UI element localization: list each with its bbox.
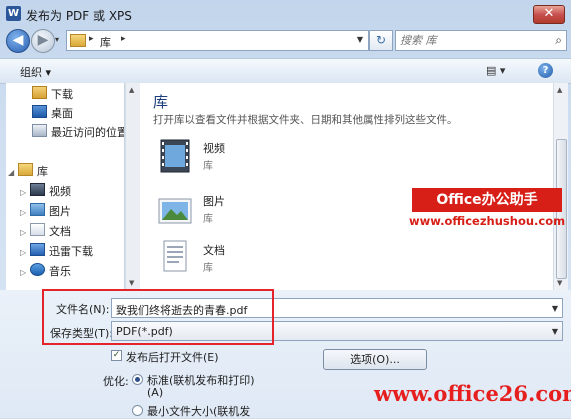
search-box[interactable]: ⌕ (395, 30, 567, 51)
forward-button[interactable]: ▶ (31, 29, 55, 53)
scroll-down-icon[interactable]: ▼ (557, 279, 562, 287)
library-folder-icon (70, 34, 86, 47)
expand-arrow-icon[interactable]: ▷ (20, 204, 30, 221)
music-library-icon (30, 263, 45, 276)
expand-arrow-icon[interactable]: ▷ (20, 264, 30, 281)
watermark-badge: Office办公助手 (412, 188, 562, 212)
breadcrumb-separator[interactable]: ▸ (89, 34, 94, 44)
library-item-type: 库 (203, 214, 213, 225)
document-library-icon (163, 240, 187, 272)
sidebar-item-pictures[interactable]: ▷ 图片 (20, 203, 71, 220)
optimize-standard-shortcut: (A) (147, 386, 164, 399)
breadcrumb-library[interactable]: 库 (100, 34, 111, 50)
toolbar: 组织 ▾ ▤ ▾ ? (0, 58, 571, 84)
recent-pages-dropdown[interactable]: ▾ (55, 35, 59, 44)
sidebar-item-videos[interactable]: ▷ 视频 (20, 183, 71, 200)
sidebar-item-thunder-downloads[interactable]: ▷ 迅雷下载 (20, 243, 93, 260)
address-dropdown-icon[interactable]: ▼ (357, 35, 363, 44)
scroll-up-icon[interactable]: ▲ (129, 86, 134, 94)
sidebar-item-downloads[interactable]: 下载 (32, 86, 73, 103)
scroll-down-icon[interactable]: ▼ (129, 279, 134, 287)
video-library-icon (160, 139, 190, 173)
chevron-down-icon[interactable]: ▼ (552, 327, 558, 336)
search-input[interactable] (400, 33, 540, 47)
desktop-icon (32, 105, 47, 118)
library-content-pane: 库 打开库以查看文件并根据文件夹、日期和其他属性排列这些文件。 视频 库 图片 … (140, 83, 553, 290)
expand-arrow-icon[interactable]: ▷ (20, 224, 30, 241)
back-button[interactable]: ◀ (6, 29, 30, 53)
library-heading: 库 (153, 93, 169, 111)
annotation-highlight-box (42, 289, 274, 345)
thunder-download-icon (30, 243, 45, 256)
refresh-button[interactable]: ↻ (369, 30, 393, 51)
watermark-bottom-url: www.office26.com (374, 381, 571, 406)
video-library-icon (30, 183, 45, 196)
library-item-name: 文档 (203, 244, 225, 257)
optimize-standard-radio[interactable] (132, 374, 143, 385)
picture-library-icon (158, 198, 192, 224)
optimize-minimum-radio[interactable] (132, 405, 143, 416)
expand-arrow-icon[interactable]: ▷ (20, 244, 30, 261)
help-icon[interactable]: ? (538, 63, 553, 78)
navigation-bar: ◀ ▶ ▾ ▸ 库 ▸ ▼ ↻ ⌕ (0, 28, 571, 54)
watermark-url: www.officezhushou.com (409, 214, 566, 228)
word-app-icon: W (6, 6, 21, 21)
library-icon (18, 163, 33, 176)
sidebar-item-libraries[interactable]: ◢ 库 (8, 163, 48, 180)
navigation-pane-scrollbar[interactable]: ▲ ▼ (125, 83, 140, 290)
sidebar-item-desktop[interactable]: 桌面 (32, 105, 73, 122)
sidebar-item-music[interactable]: ▷ 音乐 (20, 263, 71, 280)
open-after-publish-label[interactable]: 发布后打开文件(E) (126, 349, 219, 365)
breadcrumb-separator[interactable]: ▸ (121, 34, 126, 44)
chevron-down-icon[interactable]: ▼ (552, 304, 558, 313)
save-dialog: W 发布为 PDF 或 XPS ✕ ◀ ▶ ▾ ▸ 库 ▸ ▼ ↻ ⌕ 组织 ▾… (0, 0, 571, 418)
library-description: 打开库以查看文件并根据文件夹、日期和其他属性排列这些文件。 (153, 114, 458, 126)
address-bar[interactable]: ▸ 库 ▸ ▼ (66, 30, 369, 51)
organize-button[interactable]: 组织 ▾ (20, 64, 51, 80)
picture-library-icon (30, 203, 45, 216)
title-bar: W 发布为 PDF 或 XPS ✕ (0, 0, 571, 28)
sidebar-item-recent-places[interactable]: 最近访问的位置 (32, 124, 124, 141)
library-item-name: 视频 (203, 142, 225, 155)
search-icon[interactable]: ⌕ (555, 33, 562, 48)
options-button[interactable]: 选项(O)... (323, 349, 427, 370)
document-library-icon (30, 223, 45, 236)
library-item-type: 库 (203, 161, 213, 172)
download-folder-icon (32, 86, 47, 99)
view-options-button[interactable]: ▤ ▾ (486, 64, 505, 77)
expand-arrow-icon[interactable]: ▷ (20, 184, 30, 201)
optimize-standard-label[interactable]: 标准(联机发布和打印) (147, 372, 255, 388)
navigation-pane: 下载 桌面 最近访问的位置 ◢ 库 ▷ 视频 ▷ 图片 ▷ 文档 ▷ 迅雷下载 ▷ 音乐 (6, 83, 125, 290)
recent-places-icon (32, 124, 47, 137)
optimize-label: 优化: (103, 375, 129, 388)
open-after-publish-checkbox[interactable]: ✓ (111, 350, 122, 361)
library-item-name: 图片 (203, 195, 225, 208)
optimize-minimum-label[interactable]: 最小文件大小(联机发 (147, 403, 250, 419)
close-button[interactable]: ✕ (533, 5, 565, 24)
content-scrollbar[interactable]: ▲ ▼ (553, 83, 568, 290)
scroll-up-icon[interactable]: ▲ (557, 86, 562, 94)
expanded-arrow-icon[interactable]: ◢ (8, 164, 18, 181)
library-item-type: 库 (203, 263, 213, 274)
sidebar-item-documents[interactable]: ▷ 文档 (20, 223, 71, 240)
window-title: 发布为 PDF 或 XPS (26, 9, 132, 23)
